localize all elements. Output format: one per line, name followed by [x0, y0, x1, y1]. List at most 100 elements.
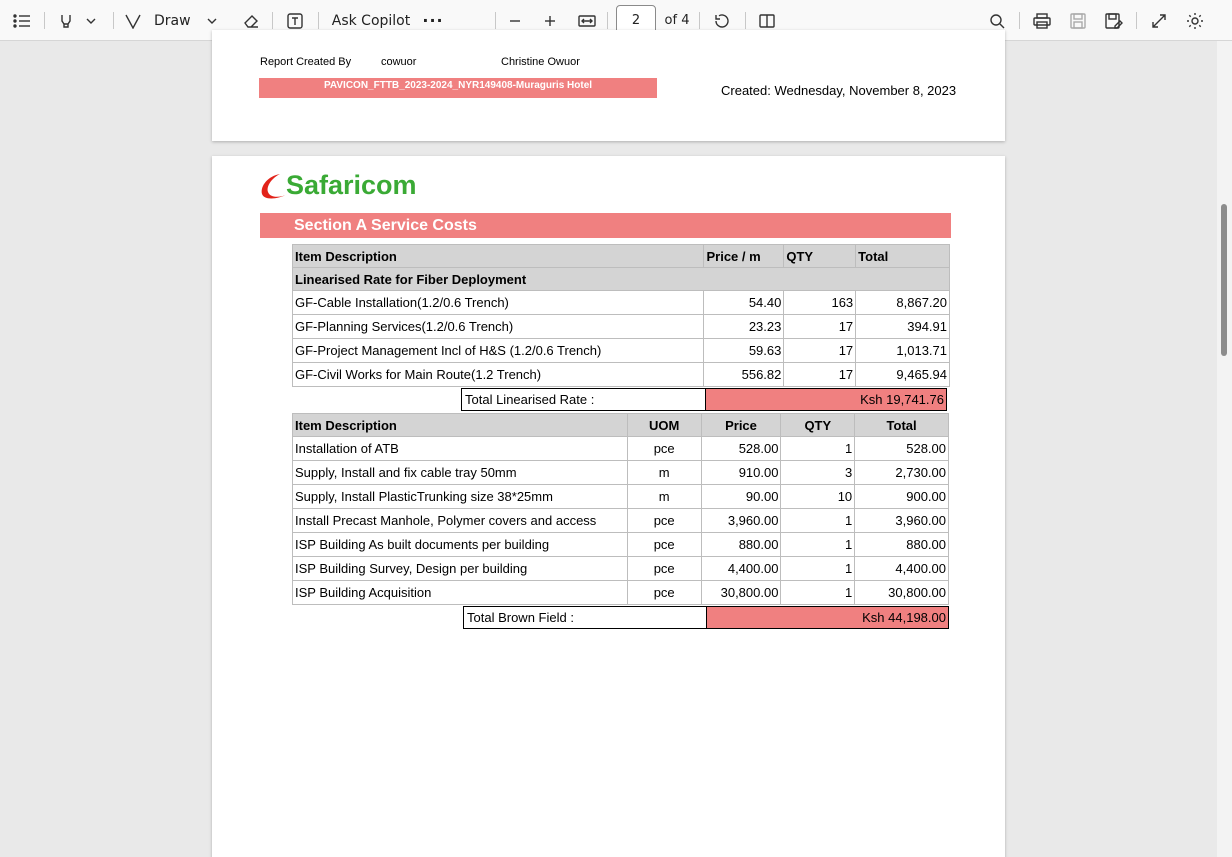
- total-cell: 8,867.20: [855, 290, 950, 315]
- user-id: cowuor: [381, 56, 417, 68]
- header-total: Total: [855, 244, 950, 268]
- header-price: Price: [700, 413, 782, 437]
- total-cell: 2,730.00: [854, 460, 949, 485]
- uom-cell: pce: [626, 508, 702, 533]
- group-label: Linearised Rate for Fiber Deployment: [292, 267, 950, 291]
- total-brown-field-value: Ksh 44,198.00: [705, 606, 950, 629]
- safaricom-logo: Safaricom: [258, 164, 428, 204]
- total-brown-field-row: Total Brown Field : Ksh 44,198.00: [463, 606, 950, 629]
- table-row: GF-Cable Installation(1.2/0.6 Trench) 54…: [291, 290, 950, 315]
- item-description: Install Precast Manhole, Polymer covers …: [292, 508, 628, 533]
- item-description: Supply, Install and fix cable tray 50mm: [292, 460, 628, 485]
- table-row: Supply, Install and fix cable tray 50mm …: [292, 460, 949, 485]
- total-linearised-value: Ksh 19,741.76: [704, 388, 948, 411]
- header-qty: QTY: [780, 413, 856, 437]
- item-description: ISP Building Survey, Design per building: [292, 556, 628, 581]
- price-cell: 30,800.00: [700, 580, 782, 605]
- table-row: GF-Project Management Incl of H&S (1.2/0…: [291, 338, 950, 363]
- page-number-value: 2: [631, 13, 641, 28]
- item-description: GF-Cable Installation(1.2/0.6 Trench): [291, 290, 705, 315]
- table-row: GF-Civil Works for Main Route(1.2 Trench…: [291, 362, 950, 387]
- ask-copilot-label: Ask Copilot: [331, 12, 411, 29]
- header-qty: QTY: [783, 244, 857, 268]
- header-item-description: Item Description: [292, 413, 628, 437]
- draw-label: Draw: [154, 12, 191, 29]
- table-row: Install Precast Manhole, Polymer covers …: [292, 508, 949, 533]
- total-cell: 900.00: [854, 484, 949, 509]
- total-cell: 30,800.00: [854, 580, 949, 605]
- price-cell: 3,960.00: [700, 508, 782, 533]
- qty-cell: 3: [780, 460, 856, 485]
- brown-field-table: Item Description UOM Price QTY Total Ins…: [292, 413, 949, 605]
- total-linearised-row: Total Linearised Rate : Ksh 19,741.76: [461, 388, 948, 411]
- report-created-by-label: Report Created By: [260, 56, 352, 68]
- total-cell: 9,465.94: [855, 362, 950, 387]
- item-description: Supply, Install PlasticTrunking size 38*…: [292, 484, 628, 509]
- logo-text: Safaricom: [286, 170, 417, 200]
- total-cell: 1,013.71: [855, 338, 950, 363]
- item-description: GF-Project Management Incl of H&S (1.2/0…: [291, 338, 705, 363]
- linearised-rate-table: Item Description Price / m QTY Total Lin…: [291, 244, 950, 387]
- uom-cell: pce: [626, 436, 702, 461]
- settings-gear-icon[interactable]: [1184, 0, 1206, 41]
- draw-chevron-down-icon: [207, 18, 217, 24]
- price-cell: 4,400.00: [700, 556, 782, 581]
- header-uom: UOM: [626, 413, 702, 437]
- pdf-page-2: Safaricom Section A Service Costs Item D…: [212, 156, 1005, 857]
- pdf-page-1: Report Created By cowuor Christine Owuor…: [212, 30, 1005, 141]
- total-brown-field-label: Total Brown Field :: [463, 606, 707, 629]
- price-cell: 54.40: [703, 290, 785, 315]
- table-row: GF-Planning Services(1.2/0.6 Trench) 23.…: [291, 314, 950, 339]
- qty-cell: 1: [780, 508, 856, 533]
- qty-cell: 1: [780, 532, 856, 557]
- created-date: Created: Wednesday, November 8, 2023: [721, 83, 957, 98]
- table-header: Item Description UOM Price QTY Total: [292, 413, 949, 437]
- highlight-icon[interactable]: [55, 0, 77, 41]
- table-row: Supply, Install PlasticTrunking size 38*…: [292, 484, 949, 509]
- total-cell: 394.91: [855, 314, 950, 339]
- table-row: ISP Building Survey, Design per building…: [292, 556, 949, 581]
- qty-cell: 1: [780, 556, 856, 581]
- total-cell: 3,960.00: [854, 508, 949, 533]
- total-cell: 528.00: [854, 436, 949, 461]
- highlight-chevron-down-icon[interactable]: [82, 0, 100, 41]
- item-description: GF-Planning Services(1.2/0.6 Trench): [291, 314, 705, 339]
- uom-cell: pce: [626, 532, 702, 557]
- price-cell: 556.82: [703, 362, 785, 387]
- table-row: Installation of ATB pce 528.00 1 528.00: [292, 436, 949, 461]
- header-item-description: Item Description: [291, 244, 705, 268]
- total-linearised-label: Total Linearised Rate :: [461, 388, 706, 411]
- qty-cell: 17: [783, 314, 857, 339]
- header-price: Price / m: [703, 244, 785, 268]
- qty-cell: 17: [783, 362, 857, 387]
- total-cell: 4,400.00: [854, 556, 949, 581]
- section-title: Section A Service Costs: [260, 213, 951, 238]
- contents-list-icon[interactable]: [10, 0, 34, 41]
- fullscreen-icon[interactable]: [1148, 0, 1170, 41]
- total-cell: 880.00: [854, 532, 949, 557]
- table-row: ISP Building Acquisition pce 30,800.00 1…: [292, 580, 949, 605]
- draw-button[interactable]: Draw: [124, 0, 224, 41]
- price-cell: 910.00: [700, 460, 782, 485]
- price-cell: 90.00: [700, 484, 782, 509]
- table-row: ISP Building As built documents per buil…: [292, 532, 949, 557]
- vertical-scrollbar[interactable]: [1217, 41, 1232, 857]
- qty-cell: 10: [780, 484, 856, 509]
- header-total: Total: [854, 413, 949, 437]
- price-cell: 59.63: [703, 338, 785, 363]
- page-count-label: of 4: [664, 13, 690, 28]
- uom-cell: m: [626, 460, 702, 485]
- price-cell: 880.00: [700, 532, 782, 557]
- scrollbar-thumb[interactable]: [1221, 204, 1227, 356]
- item-description: ISP Building As built documents per buil…: [292, 532, 628, 557]
- uom-cell: pce: [626, 580, 702, 605]
- item-description: GF-Civil Works for Main Route(1.2 Trench…: [291, 362, 705, 387]
- group-row: Linearised Rate for Fiber Deployment: [292, 267, 950, 291]
- item-description: ISP Building Acquisition: [292, 580, 628, 605]
- save-as-icon[interactable]: [1103, 0, 1125, 41]
- save-icon[interactable]: [1067, 0, 1089, 41]
- qty-cell: 163: [783, 290, 857, 315]
- print-icon[interactable]: [1031, 0, 1053, 41]
- item-description: Installation of ATB: [292, 436, 628, 461]
- user-name: Christine Owuor: [501, 56, 580, 68]
